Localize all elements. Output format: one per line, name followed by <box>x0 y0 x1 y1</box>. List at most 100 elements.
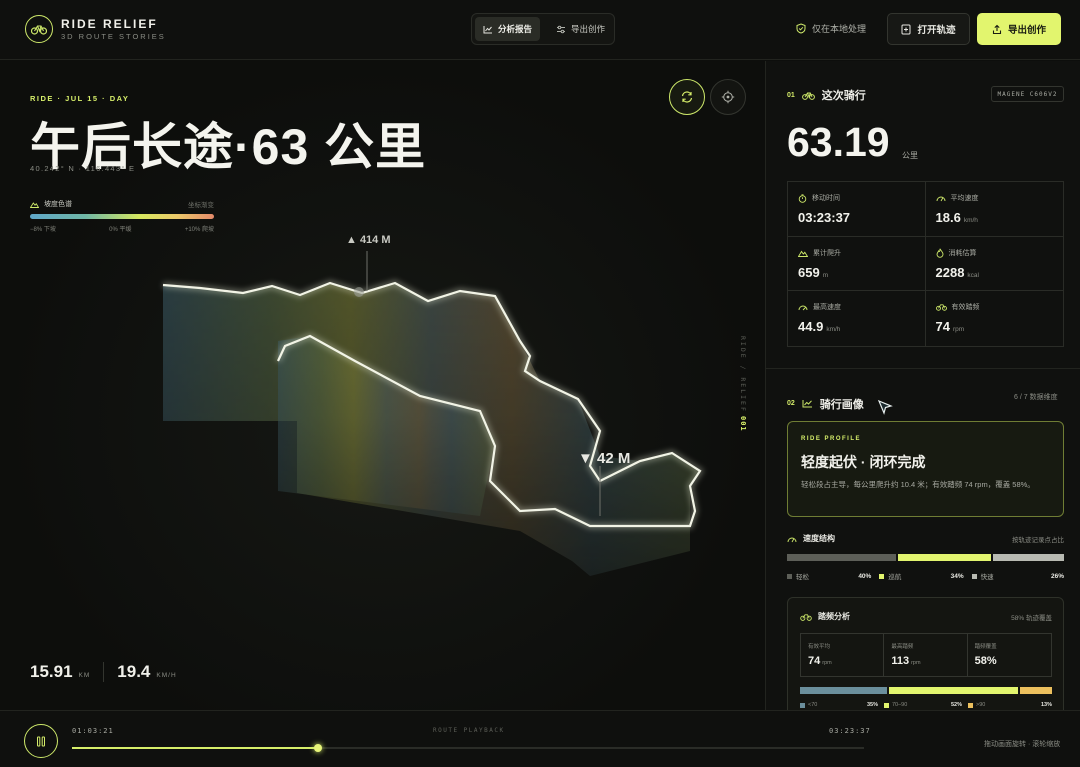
live-stats: 15.91 KM 19.4 KM/H <box>30 662 177 682</box>
legend-right: 坐标渐变 <box>188 202 214 209</box>
cursor-pointer-icon <box>877 399 893 415</box>
speed-swatch <box>787 573 792 579</box>
side-caption: RIDE / RELIEF <box>739 336 747 413</box>
speed-swatch <box>879 573 885 579</box>
device-badge: MAGENE C606V2 <box>991 86 1064 102</box>
speed-segment <box>898 554 992 561</box>
shield-check-icon <box>796 23 806 34</box>
playback-scrubber-handle[interactable] <box>313 744 322 752</box>
local-processing-note: 仅在本地处理 <box>796 22 866 35</box>
stopwatch-icon <box>798 193 807 203</box>
stat-max-speed: 最高速度 44.9 km/h <box>788 291 926 346</box>
ride-portrait-header: 02 骑行画像 <box>787 391 893 416</box>
stat-unit: km/h <box>826 326 841 334</box>
speed-legend-percent: 40% <box>858 572 872 580</box>
tab-label: 分析报告 <box>498 24 533 34</box>
profile-title: 轻度起伏 · 闭环完成 <box>801 454 926 470</box>
route-3d-view[interactable]: RIDE · JUL 15 · DAY 午后长途·63 公里 40.242° N… <box>0 61 764 710</box>
speed-legend-percent: 26% <box>1050 572 1064 580</box>
chart-line-icon <box>802 400 812 408</box>
cadence-segment <box>1019 687 1052 694</box>
speed-segment <box>993 554 1064 561</box>
refresh-icon <box>681 91 693 103</box>
cadence-legend-label: <70 <box>808 702 818 708</box>
open-track-button[interactable]: 打开轨迹 <box>887 13 970 45</box>
playback-label: ROUTE PLAYBACK <box>433 727 505 734</box>
section-number: 02 <box>787 400 795 407</box>
stat-value: 18.6 <box>935 210 961 225</box>
cadence-stat-unit: rpm <box>911 660 921 666</box>
cadence-legend-label: 70–90 <box>892 702 908 708</box>
export-creation-button[interactable]: 导出创作 <box>977 13 1061 45</box>
altitude-high-label: ▲ 414 M <box>346 234 391 246</box>
stat-value: 44.9 <box>798 319 824 335</box>
cadence-stat: 最高踏频 113 rpm <box>884 634 968 676</box>
cadence-bar <box>800 687 1052 694</box>
gauge-icon <box>936 196 945 202</box>
gradient-legend: 坡度色谱 坐标渐变 −8% 下坡 0% 平缓 +10% 爬坡 <box>30 199 214 233</box>
pause-icon <box>37 736 45 746</box>
cadence-stat: 有效平均 74 rpm <box>801 634 885 676</box>
bike-icon <box>800 613 812 621</box>
section-number: 01 <box>787 91 795 99</box>
speed-structure-bar <box>787 554 1064 561</box>
legend-tick: +10% 爬坡 <box>184 227 214 233</box>
speed-legend-item: 巡航 34% <box>879 571 971 581</box>
local-note-text: 仅在本地处理 <box>812 24 867 34</box>
playback-timeline[interactable] <box>72 744 864 752</box>
gauge-icon <box>787 537 797 542</box>
stat-value: 74 <box>935 319 950 335</box>
speed-swatch <box>971 573 977 579</box>
stat-label: 平均速度 <box>950 195 979 202</box>
analysis-panel[interactable]: 01 这次骑行 MAGENE C606V2 63.19 公里 移动时间 03:2… <box>765 61 1080 710</box>
speed-legend-label: 快速 <box>980 574 994 581</box>
speed-legend-label: 巡航 <box>888 574 902 581</box>
cadence-stat-value: 113 <box>891 655 910 667</box>
cadence-legend-percent: 13% <box>1040 702 1052 708</box>
locate-button[interactable] <box>710 79 746 115</box>
bike-logo-icon <box>25 15 53 43</box>
tab-export-creation[interactable]: 导出创作 <box>548 17 613 41</box>
cadence-swatch <box>968 702 973 708</box>
cadence-card: 踏频分析 58% 轨迹覆盖 有效平均 74 rpm 最高踏频 113 rpm 踏频覆… <box>787 597 1064 710</box>
live-speed-unit: KM/H <box>156 672 177 679</box>
mountain-icon <box>798 250 808 257</box>
profile-tag: RIDE PROFILE <box>801 436 862 442</box>
legend-tick: 0% 平缓 <box>109 227 132 233</box>
stat-label: 消耗估算 <box>948 249 977 257</box>
profile-description: 轻松段占主导，每公里爬升约 10.4 米；有效踏频 74 rpm，覆盖 58%。 <box>801 480 1035 489</box>
tab-analysis-report[interactable]: 分析报告 <box>475 17 541 41</box>
legend-tick: −8% 下坡 <box>30 227 56 233</box>
speed-legend-item: 快速 26% <box>971 571 1064 581</box>
stat-label: 移动时间 <box>812 195 840 202</box>
cadence-legend-percent: 52% <box>950 702 962 708</box>
speed-structure-title: 速度结构 <box>803 534 835 543</box>
speed-structure-legend: 轻松 40% 巡航 34% 快速 26% <box>787 571 1064 581</box>
sliders-icon <box>557 25 565 33</box>
stat-calories: 消耗估算 2288 kcal <box>925 237 1063 292</box>
cadence-segment <box>800 687 887 694</box>
live-distance: 15.91 <box>30 662 73 681</box>
tab-label: 导出创作 <box>571 24 606 34</box>
flame-icon <box>936 248 943 258</box>
stat-label: 最高速度 <box>813 304 841 312</box>
stat-avg-speed: 平均速度 18.6 km/h <box>925 182 1063 237</box>
stat-cadence: 有效踏频 74 rpm <box>926 291 1064 346</box>
file-plus-icon <box>901 24 911 34</box>
pause-button[interactable] <box>24 724 58 758</box>
crosshair-icon <box>721 90 735 104</box>
reset-view-button[interactable] <box>669 79 705 115</box>
upload-icon <box>992 24 1002 34</box>
cadence-stat-value: 58% <box>974 655 997 667</box>
cadence-legend-item: <70 35% <box>800 702 884 708</box>
section-title: 骑行画像 <box>819 398 864 411</box>
stat-moving-time: 移动时间 03:23:37 <box>788 182 926 237</box>
playback-total-time: 03:23:37 <box>829 727 871 735</box>
total-distance: 63.19 <box>787 119 890 165</box>
speed-structure-header: 速度结构 按轨迹记录点占比 <box>787 533 1064 544</box>
stat-value: 03:23:37 <box>798 210 851 225</box>
stat-value: 2288 <box>935 264 965 280</box>
bike-icon <box>935 304 947 312</box>
cadence-swatch <box>800 702 805 708</box>
gradient-bar <box>30 214 214 219</box>
